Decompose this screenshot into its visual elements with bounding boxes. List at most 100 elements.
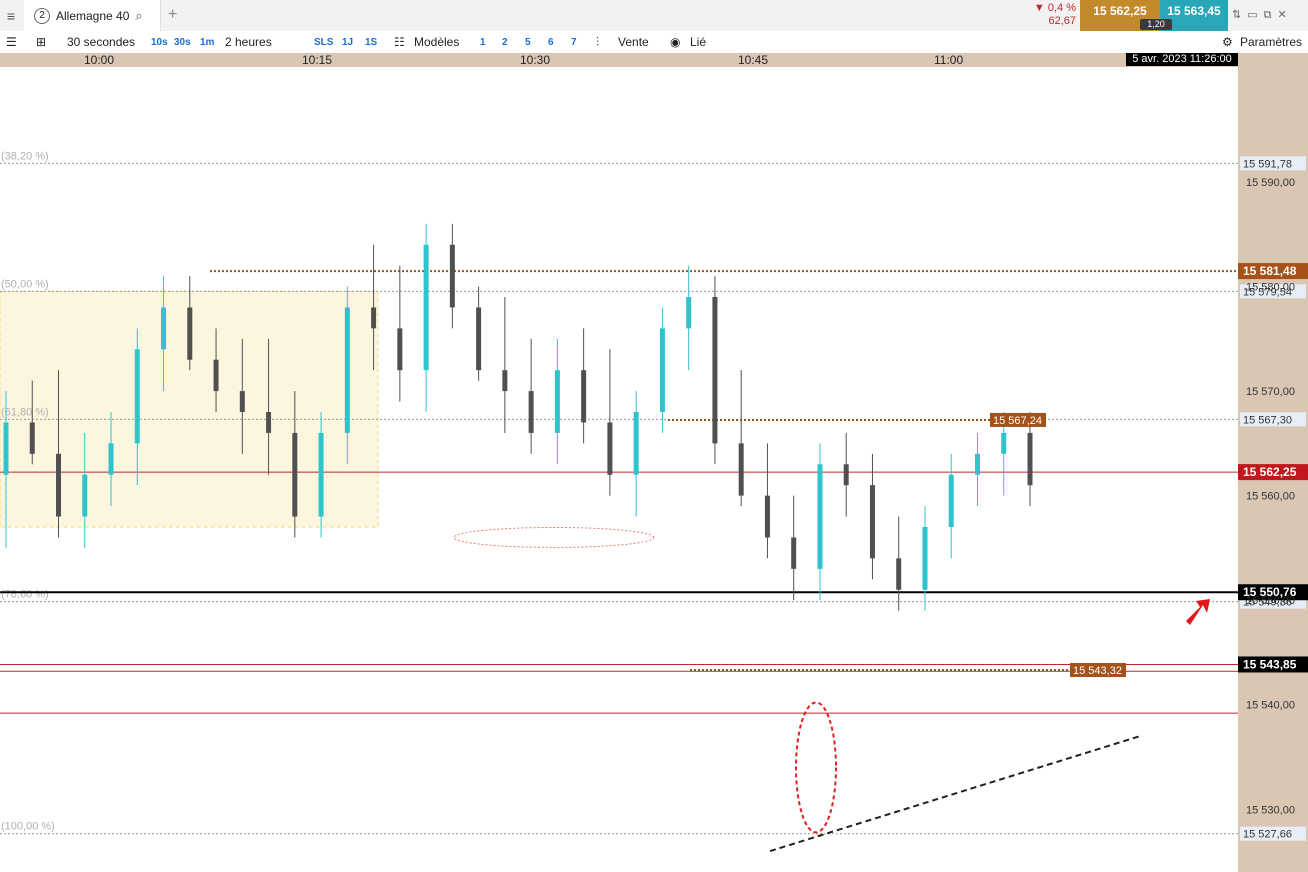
price-change: ▼ 0,4 % 62,67 <box>1020 2 1076 28</box>
preset-7[interactable]: 7 <box>571 37 577 48</box>
fib-price-tag: 15 527,66 <box>1243 829 1292 841</box>
candle-body <box>423 244 429 371</box>
window-controls[interactable]: ⇅▭⧉✕ <box>1232 8 1293 22</box>
search-icon[interactable]: ⌕ <box>135 8 142 24</box>
settings-button[interactable]: Paramètres <box>1240 35 1302 49</box>
candle-body <box>239 391 245 412</box>
sell-price: 15 562,25 <box>1093 4 1147 18</box>
buy-price: 15 563,45 <box>1167 4 1221 18</box>
linked-button[interactable]: Lié <box>690 35 706 49</box>
preset-6[interactable]: 6 <box>548 37 554 48</box>
chart-toolbar: ☰ ⊞ 30 secondes 10s 30s 1m 2 heures SLS … <box>0 31 1308 54</box>
change-percent: ▼ 0,4 % <box>1033 2 1076 14</box>
interval-30s[interactable]: 30s <box>174 37 191 48</box>
candle-body <box>633 412 639 475</box>
y-tick: 15 530,00 <box>1246 804 1295 816</box>
y-tick: 15 580,00 <box>1246 282 1295 294</box>
candle-body <box>108 443 114 475</box>
x-tick: 10:00 <box>84 53 115 67</box>
candle-body <box>134 349 140 444</box>
menu-icon[interactable]: ≡ <box>0 0 22 31</box>
tab-number: 2 <box>34 7 50 24</box>
models-button[interactable]: Modèles <box>414 35 459 49</box>
instrument-title: Allemagne 40 <box>56 8 130 23</box>
price-chart[interactable]: (38,20 %) (50,00 %) (61,80 %) (78,60 %) (100… <box>0 67 1238 872</box>
candle-body <box>344 307 350 433</box>
time-axis: 10:00 10:15 10:30 10:45 11:00 <box>0 53 1238 67</box>
chart-icon[interactable]: ⫶ <box>596 35 599 50</box>
candle-body <box>948 474 954 527</box>
candle-body <box>449 244 455 308</box>
candle-body <box>922 527 928 590</box>
candle-body <box>1027 432 1033 486</box>
candle-body <box>187 307 193 360</box>
sell-mode-button[interactable]: Vente <box>618 35 649 49</box>
range-1s[interactable]: 1S <box>365 37 377 48</box>
current-price-tag: 15 562,25 <box>1243 465 1297 479</box>
candle-body <box>791 537 797 569</box>
x-tick: 10:45 <box>738 53 769 67</box>
candle-body <box>318 432 324 517</box>
candle-body <box>686 297 692 329</box>
candle-body <box>817 464 823 569</box>
y-tick: 15 540,00 <box>1246 700 1295 712</box>
candle-body <box>82 474 88 517</box>
interval-select[interactable]: 30 secondes <box>67 35 135 49</box>
candle-body <box>161 307 167 350</box>
candle-body <box>659 328 665 412</box>
support-price-tag: 15 543,85 <box>1243 657 1297 671</box>
candle-body <box>502 370 508 392</box>
x-tick: 10:15 <box>302 53 333 67</box>
candle-body <box>476 307 482 371</box>
preset-5[interactable]: 5 <box>525 37 531 48</box>
candle-body <box>607 422 613 475</box>
candle-body <box>213 359 219 392</box>
gear-icon[interactable]: ⚙ <box>1222 35 1233 49</box>
range-1j[interactable]: 1J <box>342 37 353 48</box>
price-axis: 15 591,7815 579,5415 567,3015 549,8615 5… <box>1238 156 1308 841</box>
preset-2[interactable]: 2 <box>502 37 508 48</box>
crosshair-date: 5 avr. 2023 11:26:00 <box>1126 53 1238 66</box>
fib-level-label: (78,60 %) <box>1 589 49 601</box>
candle-body <box>56 453 62 517</box>
change-points: 62,67 <box>1048 15 1076 27</box>
support-dotted-tag: 15 543,32 <box>1073 665 1122 677</box>
models-icon[interactable]: ☷ <box>394 35 405 49</box>
spread-badge: 1,20 <box>1140 19 1172 30</box>
plus-icon[interactable]: + <box>168 6 177 24</box>
tab-bar: ≡ 2 Allemagne 40 ⌕ + ▼ 0,4 % 62,67 15 56… <box>0 0 1308 32</box>
x-tick: 10:30 <box>520 53 551 67</box>
candle-body <box>581 370 587 423</box>
candle-body <box>738 443 744 496</box>
range-sls[interactable]: SLS <box>314 37 333 48</box>
x-tick: 11:00 <box>934 53 964 67</box>
candle-body <box>266 412 272 433</box>
candle-body <box>712 297 718 444</box>
instrument-tab[interactable]: 2 Allemagne 40 ⌕ <box>24 0 161 31</box>
candle-body <box>397 328 403 371</box>
preset-1[interactable]: 1 <box>480 37 486 48</box>
candle-body <box>1001 432 1007 454</box>
fib-price-tag: 15 591,78 <box>1243 158 1292 170</box>
fib-level-label: (38,20 %) <box>1 150 49 162</box>
fib-level-label: (50,00 %) <box>1 278 49 290</box>
candle-body <box>528 391 534 433</box>
y-tick: 15 570,00 <box>1246 386 1295 398</box>
candle-body <box>371 307 377 329</box>
interval-10s[interactable]: 10s <box>151 37 168 48</box>
high-price-tag: 15 567,24 <box>993 415 1042 427</box>
interval-1m[interactable]: 1m <box>200 37 214 48</box>
layout-icon[interactable]: ⊞ <box>36 35 46 49</box>
candle-body <box>896 558 902 590</box>
fib-level-label: (61,80 %) <box>1 406 49 418</box>
candle-body <box>869 485 875 559</box>
eye-icon[interactable]: ◉ <box>670 35 680 49</box>
candle-body <box>292 432 298 517</box>
range-select[interactable]: 2 heures <box>225 35 272 49</box>
resistance-price-tag: 15 581,48 <box>1243 264 1297 278</box>
red-arrow <box>1186 599 1210 625</box>
list-icon[interactable]: ☰ <box>6 35 17 49</box>
candle-body <box>554 370 560 433</box>
y-tick: 15 550,00 <box>1246 595 1295 607</box>
candle-body <box>764 495 770 538</box>
